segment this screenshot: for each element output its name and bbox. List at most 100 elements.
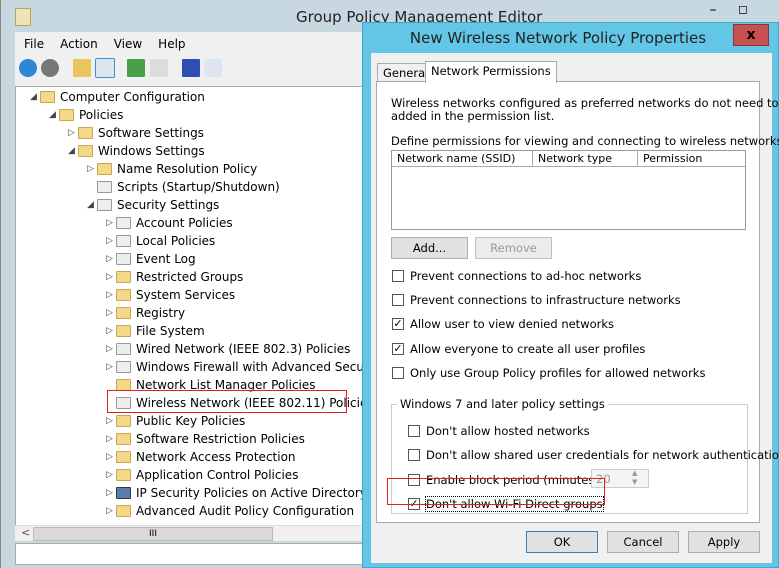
remove-button[interactable]: Remove: [475, 237, 552, 259]
menu-action[interactable]: Action: [60, 37, 98, 51]
collapsed-arrow-icon[interactable]: ▷: [106, 430, 114, 448]
tree-item[interactable]: ▷ Registry: [16, 304, 364, 322]
close-button[interactable]: x: [733, 24, 769, 46]
checkbox-label[interactable]: Prevent connections to infrastructure ne…: [410, 293, 681, 307]
collapsed-arrow-icon[interactable]: ▷: [68, 124, 76, 142]
tab-network-permissions[interactable]: Network Permissions: [425, 61, 557, 83]
expanded-arrow-icon[interactable]: ◢: [68, 142, 76, 160]
collapsed-arrow-icon[interactable]: ▷: [106, 304, 114, 322]
column-header-type[interactable]: Network type: [533, 151, 638, 167]
tree-item[interactable]: ▷ Application Control Policies: [16, 466, 364, 484]
forward-arrow-icon[interactable]: [41, 59, 59, 77]
checkbox-label[interactable]: Allow everyone to create all user profil…: [410, 342, 645, 356]
back-arrow-icon[interactable]: [19, 59, 37, 77]
tree-item[interactable]: ▷ Advanced Audit Policy Configuration: [16, 502, 364, 520]
collapsed-arrow-icon[interactable]: ▷: [106, 340, 114, 358]
collapsed-arrow-icon[interactable]: ▷: [106, 502, 114, 520]
tree-item-label: Wired Network (IEEE 802.3) Policies: [136, 342, 351, 356]
checkbox-label[interactable]: Prevent connections to ad-hoc networks: [410, 269, 641, 283]
checkbox[interactable]: ✓: [392, 343, 404, 355]
tree-item[interactable]: ◢ Policies: [16, 106, 364, 124]
doc-icon: [116, 235, 131, 247]
expanded-arrow-icon[interactable]: ◢: [87, 196, 95, 214]
tree-item[interactable]: ▷ System Services: [16, 286, 364, 304]
checkbox-label[interactable]: Don't allow hosted networks: [426, 424, 590, 438]
tree-item[interactable]: ▷ Wired Network (IEEE 802.3) Policies: [16, 340, 364, 358]
collapsed-arrow-icon[interactable]: ▷: [106, 268, 114, 286]
checkbox-label[interactable]: Allow user to view denied networks: [410, 317, 614, 331]
ok-button[interactable]: OK: [526, 531, 598, 553]
tree-item[interactable]: ▷ Restricted Groups: [16, 268, 364, 286]
column-header-permission[interactable]: Permission: [638, 151, 745, 167]
collapsed-arrow-icon[interactable]: ▷: [106, 286, 114, 304]
checkbox-label[interactable]: Only use Group Policy profiles for allow…: [410, 366, 705, 380]
tree-item[interactable]: ▷ Account Policies: [16, 214, 364, 232]
info-text: Wireless networks configured as preferre…: [391, 96, 779, 110]
tree-item[interactable]: ◢ Windows Settings: [16, 142, 364, 160]
app-scroll-icon: [15, 8, 31, 26]
tree-item[interactable]: ◢ Computer Configuration: [16, 88, 364, 106]
checkbox-label[interactable]: Don't allow shared user credentials for …: [426, 448, 779, 462]
tree-item[interactable]: ▷ Network Access Protection: [16, 448, 364, 466]
expanded-arrow-icon[interactable]: ◢: [49, 106, 57, 124]
computer-icon: [40, 91, 55, 103]
collapsed-arrow-icon[interactable]: ▷: [106, 214, 114, 232]
collapsed-arrow-icon[interactable]: ▷: [87, 160, 95, 178]
help-icon[interactable]: [182, 59, 200, 77]
folder-icon: [116, 271, 131, 283]
collapsed-arrow-icon[interactable]: ▷: [106, 250, 114, 268]
collapsed-arrow-icon[interactable]: ▷: [106, 232, 114, 250]
status-bar: [15, 543, 365, 565]
tree-item-label: Security Settings: [117, 198, 220, 212]
tree-item[interactable]: ▷ Local Policies: [16, 232, 364, 250]
tree-item[interactable]: ▷ Public Key Policies: [16, 412, 364, 430]
cancel-button[interactable]: Cancel: [607, 531, 679, 553]
show-hide-tree-icon[interactable]: [95, 58, 115, 78]
doc-icon: [116, 343, 131, 355]
tree-item-label: Registry: [136, 306, 186, 320]
checkbox[interactable]: [392, 270, 404, 282]
permissions-list[interactable]: Network name (SSID) Network type Permiss…: [391, 150, 746, 230]
maximize-button[interactable]: ◻: [731, 2, 755, 20]
tree-item-label: Policies: [79, 108, 124, 122]
spin-up-icon[interactable]: ▲: [632, 469, 637, 477]
apply-button[interactable]: Apply: [688, 531, 760, 553]
checkbox[interactable]: ✓: [392, 318, 404, 330]
scrollbar-thumb[interactable]: III: [33, 527, 273, 541]
tree-item[interactable]: ▷ Software Restriction Policies: [16, 430, 364, 448]
tree-item[interactable]: ▷ File System: [16, 322, 364, 340]
refresh-icon[interactable]: [127, 59, 145, 77]
tree-item[interactable]: ◢ Security Settings: [16, 196, 364, 214]
minimize-button[interactable]: –: [701, 2, 725, 20]
export-list-icon[interactable]: [150, 59, 168, 77]
collapsed-arrow-icon[interactable]: ▷: [106, 358, 114, 376]
collapsed-arrow-icon[interactable]: ▷: [106, 412, 114, 430]
up-folder-icon[interactable]: [73, 59, 91, 77]
tree-item[interactable]: ▷ Name Resolution Policy: [16, 160, 364, 178]
menu-help[interactable]: Help: [158, 37, 185, 51]
collapsed-arrow-icon[interactable]: ▷: [106, 448, 114, 466]
tree-item[interactable]: Scripts (Startup/Shutdown): [16, 178, 364, 196]
expanded-arrow-icon[interactable]: ◢: [30, 88, 38, 106]
checkbox[interactable]: [408, 425, 420, 437]
tree-item-label: Network Access Protection: [136, 450, 296, 464]
console-tree[interactable]: ◢ Computer Configuration ◢ Policies ▷ Softwar…: [15, 86, 365, 540]
tree-item[interactable]: ▷ Software Settings: [16, 124, 364, 142]
menu-file[interactable]: File: [24, 37, 44, 51]
add-button[interactable]: Add...: [391, 237, 468, 259]
column-header-ssid[interactable]: Network name (SSID): [392, 151, 533, 167]
collapsed-arrow-icon[interactable]: ▷: [106, 322, 114, 340]
collapsed-arrow-icon[interactable]: ▷: [106, 466, 114, 484]
folder-icon: [78, 127, 93, 139]
spin-down-icon[interactable]: ▼: [632, 478, 637, 486]
tree-item[interactable]: ▷ IP Security Policies on Active Director…: [16, 484, 364, 502]
tree-item[interactable]: ▷ Event Log: [16, 250, 364, 268]
horizontal-scrollbar[interactable]: < III: [15, 525, 365, 541]
collapsed-arrow-icon[interactable]: ▷: [106, 484, 114, 502]
checkbox[interactable]: [392, 294, 404, 306]
checkbox[interactable]: [408, 449, 420, 461]
action-pane-icon[interactable]: [204, 59, 222, 77]
checkbox[interactable]: [392, 367, 404, 379]
menu-view[interactable]: View: [114, 37, 142, 51]
tree-item[interactable]: ▷ Windows Firewall with Advanced Security: [16, 358, 364, 376]
